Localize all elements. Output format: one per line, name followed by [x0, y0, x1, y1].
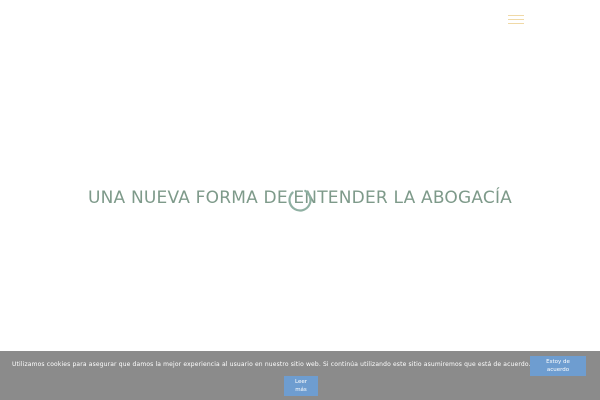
menu-line-bottom: [508, 23, 524, 24]
hamburger-menu-icon[interactable]: [508, 13, 524, 27]
cookie-accept-button[interactable]: Estoy de acuerdo: [530, 356, 586, 376]
cookie-notice-bar: Utilizamos cookies para asegurar que dam…: [0, 351, 600, 400]
cookie-more-label-line2: más: [295, 387, 307, 393]
page: UNA NUEVA FORMA DE ENTENDER LA ABOGACÍA …: [0, 0, 600, 400]
cookie-read-more-button[interactable]: Leer más: [284, 376, 318, 396]
cookie-accept-label-line2: acuerdo: [546, 367, 570, 373]
menu-line-top: [508, 15, 524, 16]
cookie-more-label-line1: Leer: [295, 379, 307, 385]
menu-line-middle: [508, 19, 524, 20]
loading-spinner-icon: [288, 188, 312, 212]
cookie-accept-label-line1: Estoy de: [546, 359, 570, 365]
cookie-notice-text: Utilizamos cookies para asegurar que dam…: [12, 361, 531, 368]
